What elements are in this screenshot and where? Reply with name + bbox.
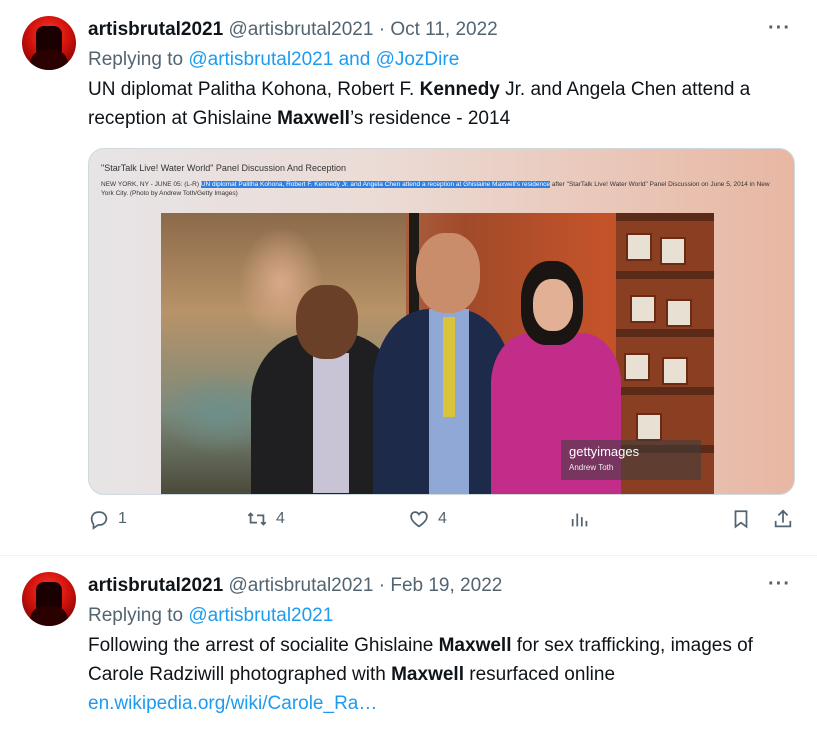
watermark: gettyimages Andrew Toth bbox=[561, 440, 701, 480]
reply-icon bbox=[90, 511, 108, 530]
photo: gettyimages Andrew Toth bbox=[161, 213, 714, 494]
bookmark-icon bbox=[734, 510, 748, 529]
tweet-text: Following the arrest of socialite Ghisla… bbox=[88, 631, 803, 718]
photo-credit: Andrew Toth bbox=[569, 463, 614, 472]
tweet-date[interactable]: Oct 11, 2022 bbox=[390, 19, 497, 40]
user-handle[interactable]: @artisbrutal2021 bbox=[228, 19, 373, 40]
tweet[interactable]: artisbrutal2021 @artisbrutal2021 · Oct 1… bbox=[0, 0, 817, 556]
replying-prefix: Replying to bbox=[88, 605, 189, 626]
caption-prefix: NEW YORK, NY - JUNE 05: (L-R) bbox=[101, 181, 201, 188]
display-name[interactable]: artisbrutal2021 bbox=[88, 19, 223, 40]
getty-logo: gettyimages bbox=[569, 444, 640, 459]
external-link[interactable]: en.wikipedia.org/wiki/Carole_Ra… bbox=[88, 693, 377, 714]
like-button[interactable]: 4 bbox=[408, 508, 447, 530]
avatar[interactable] bbox=[22, 16, 76, 70]
media-title: "StarTalk Live! Water World" Panel Discu… bbox=[101, 163, 346, 173]
text-highlight: Kennedy bbox=[419, 79, 500, 100]
retweet-count: 4 bbox=[276, 510, 285, 527]
replying-to: Replying to @artisbrutal2021 and @JozDir… bbox=[88, 49, 459, 71]
reply-button[interactable]: 1 bbox=[88, 508, 127, 530]
tweet-header: artisbrutal2021 @artisbrutal2021 · Oct 1… bbox=[88, 19, 498, 41]
tweet-media-image[interactable]: "StarTalk Live! Water World" Panel Discu… bbox=[88, 148, 795, 495]
reply-count: 1 bbox=[118, 510, 127, 527]
user-handle[interactable]: @artisbrutal2021 bbox=[228, 575, 373, 596]
tweet[interactable]: artisbrutal2021 @artisbrutal2021 · Feb 1… bbox=[0, 556, 817, 729]
retweet-icon bbox=[247, 512, 267, 526]
display-name[interactable]: artisbrutal2021 bbox=[88, 575, 223, 596]
separator-dot: · bbox=[378, 575, 386, 596]
views-button[interactable] bbox=[569, 508, 591, 530]
text-highlight: Maxwell bbox=[277, 108, 350, 129]
share-icon bbox=[774, 509, 792, 528]
text-segment: resurfaced online bbox=[463, 664, 616, 685]
tweet-date[interactable]: Feb 19, 2022 bbox=[390, 575, 502, 596]
text-segment: Following the arrest of socialite Ghisla… bbox=[88, 635, 439, 656]
replying-to-link[interactable]: @artisbrutal2021 bbox=[188, 605, 333, 626]
text-segment: UN diplomat Palitha Kohona, Robert F. bbox=[88, 79, 420, 100]
more-options-icon[interactable]: ··· bbox=[768, 18, 791, 38]
bookmark-button[interactable] bbox=[730, 508, 752, 530]
replying-prefix: Replying to bbox=[88, 49, 189, 70]
action-bar: 1 4 4 bbox=[0, 508, 817, 540]
more-options-icon[interactable]: ··· bbox=[768, 574, 791, 594]
heart-icon bbox=[410, 511, 428, 528]
caption-highlight: UN diplomat Palitha Kohona, Robert F. Ke… bbox=[200, 181, 551, 188]
analytics-icon bbox=[571, 513, 588, 527]
replying-to: Replying to @artisbrutal2021 bbox=[88, 605, 333, 627]
media-caption: NEW YORK, NY - JUNE 05: (L-R) UN diploma… bbox=[101, 180, 771, 198]
retweet-button[interactable]: 4 bbox=[246, 508, 285, 530]
tweet-text: UN diplomat Palitha Kohona, Robert F. Ke… bbox=[88, 75, 803, 133]
share-button[interactable] bbox=[772, 508, 794, 530]
replying-to-link[interactable]: @artisbrutal2021 and @JozDire bbox=[188, 49, 459, 70]
avatar[interactable] bbox=[22, 572, 76, 626]
separator-dot: · bbox=[378, 19, 386, 40]
text-highlight: Maxwell bbox=[438, 635, 512, 656]
text-segment: ’s residence - 2014 bbox=[349, 108, 511, 129]
tweet-header: artisbrutal2021 @artisbrutal2021 · Feb 1… bbox=[88, 575, 502, 597]
text-highlight: Maxwell bbox=[391, 664, 464, 685]
like-count: 4 bbox=[438, 510, 447, 527]
